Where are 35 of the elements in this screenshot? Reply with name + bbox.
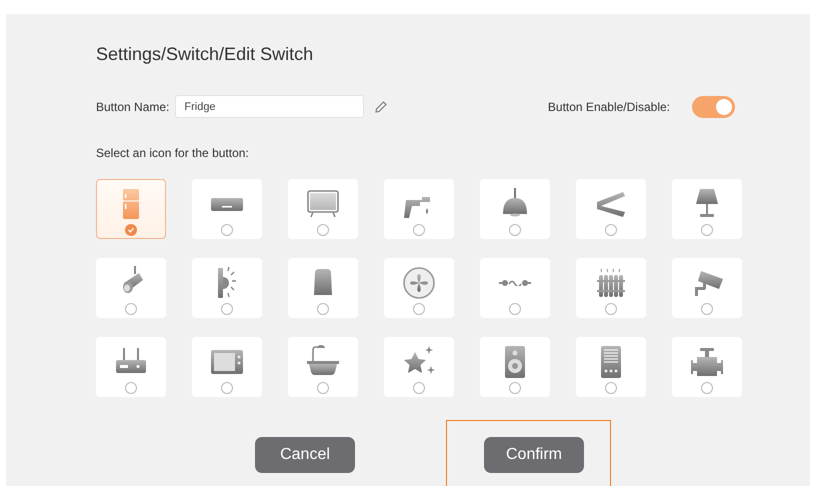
enable-toggle[interactable] [692, 96, 735, 118]
radio-button[interactable] [413, 224, 425, 236]
radio-button[interactable] [221, 303, 233, 315]
radio-button[interactable] [413, 382, 425, 394]
pencil-icon[interactable] [374, 100, 388, 114]
icon-option[interactable] [96, 179, 166, 239]
radio-button[interactable] [701, 303, 713, 315]
button-name-field[interactable]: Fridge [175, 95, 364, 118]
confirm-button[interactable]: Confirm [484, 436, 584, 472]
radio-button[interactable] [125, 224, 137, 236]
radio-button[interactable] [413, 303, 425, 315]
icon-prompt: Select an icon for the button: [96, 146, 250, 160]
radio-button[interactable] [221, 382, 233, 394]
radio-button[interactable] [317, 382, 329, 394]
button-name-label: Button Name: [96, 100, 170, 114]
radio-button[interactable] [509, 224, 521, 236]
check-icon [127, 226, 135, 234]
radio-button[interactable] [605, 224, 617, 236]
radio-button[interactable] [125, 382, 137, 394]
radio-button[interactable] [125, 303, 137, 315]
aircon-icon [211, 198, 243, 210]
fan-icon [401, 265, 437, 301]
radio-button[interactable] [605, 382, 617, 394]
plug-icon [499, 280, 531, 286]
radio-button[interactable] [221, 224, 233, 236]
radio-button[interactable] [701, 224, 713, 236]
radio-button[interactable] [317, 224, 329, 236]
radio-button[interactable] [509, 382, 521, 394]
radio-button[interactable] [701, 382, 713, 394]
radio-button[interactable] [509, 303, 521, 315]
enable-label: Button Enable/Disable: [548, 100, 670, 114]
radio-button[interactable] [317, 303, 329, 315]
cancel-button[interactable]: Cancel [255, 436, 355, 472]
page-title: Settings/Switch/Edit Switch [96, 44, 314, 65]
radio-button[interactable] [605, 303, 617, 315]
